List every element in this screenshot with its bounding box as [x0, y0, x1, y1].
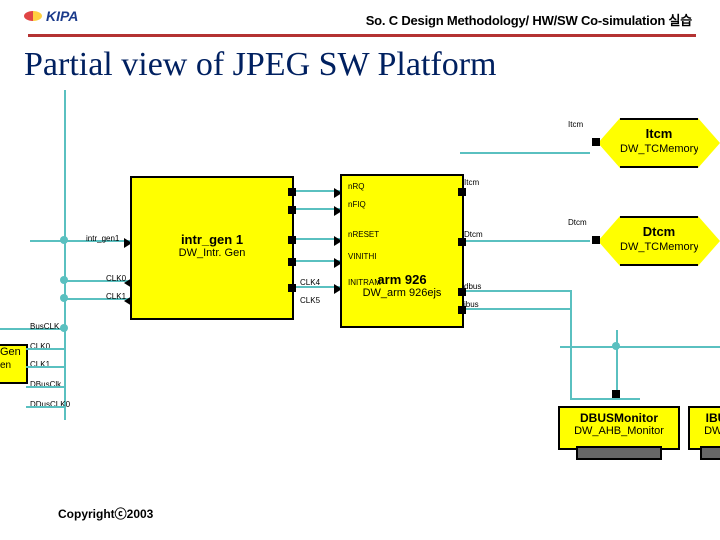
dbus-monitor: DBUSMonitor DW_AHB_Monitor — [558, 406, 680, 450]
slide-title: Partial view of JPEG SW Platform — [24, 46, 497, 84]
arm926-block: arm 926 DW_arm 926ejs — [340, 174, 464, 328]
ibus-monitor: IBUS DW_A — [688, 406, 720, 450]
logo-text: KIPA — [46, 8, 78, 24]
dtcm-block: Dtcm DW_TCMemory — [620, 216, 698, 266]
intr-gen-title: intr_gen 1 — [132, 232, 292, 247]
kipa-logo: KIPA — [24, 8, 78, 24]
arm926-module: DW_arm 926ejs — [342, 287, 462, 299]
diagram: intr_gen 1 DW_Intr. Gen intr_gen1 CLK0 C… — [0, 90, 720, 510]
itcm-block: Itcm DW_TCMemory — [620, 118, 698, 168]
slide-header: So. C Design Methodology/ HW/SW Co-simul… — [366, 10, 692, 29]
intr-gen-block: intr_gen 1 DW_Intr. Gen — [130, 176, 294, 320]
intr-gen-module: DW_Intr. Gen — [132, 247, 292, 259]
header-rule — [28, 34, 696, 37]
copyright: Copyrightⓒ2003 — [58, 505, 153, 522]
